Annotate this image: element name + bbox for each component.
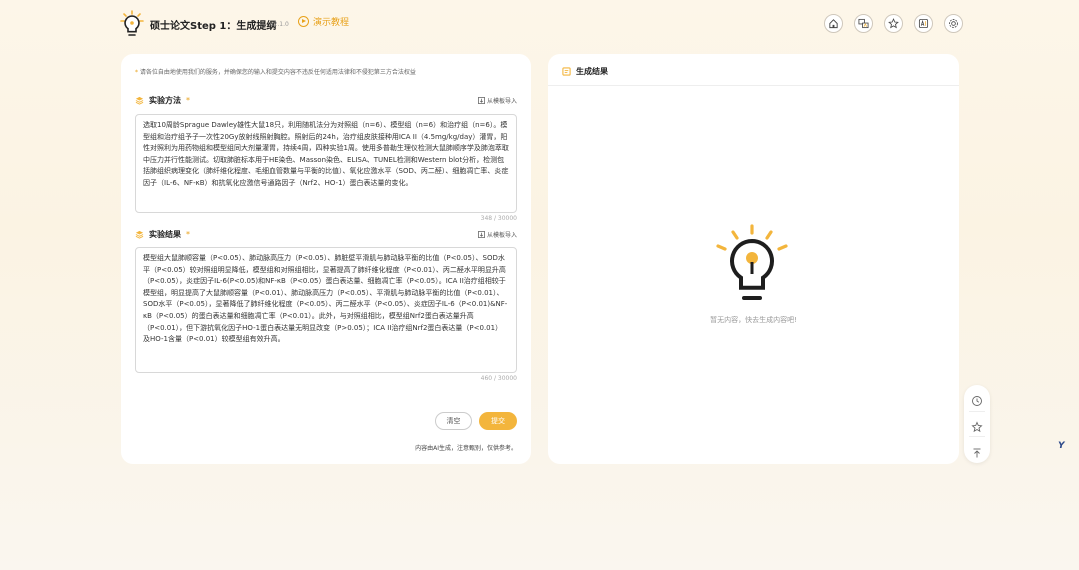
play-icon: [298, 16, 309, 27]
top-icon-bar: [824, 14, 963, 33]
method-required-mark: *: [186, 96, 190, 105]
result-icon: [562, 67, 571, 76]
result-import-button[interactable]: 从模板导入: [478, 230, 517, 239]
submit-button[interactable]: 提交: [479, 412, 517, 430]
layers-icon: [135, 230, 144, 239]
home-icon[interactable]: [824, 14, 843, 33]
layers-icon: [135, 96, 144, 105]
toolbar-separator: [969, 436, 985, 438]
method-char-counter: 348 / 30000: [480, 215, 517, 222]
import-icon: [478, 231, 485, 238]
clear-button[interactable]: 清空: [435, 412, 472, 430]
result-textarea[interactable]: 模型组大鼠肺顺容量（P<0.05）、肺动脉高压力（P<0.05）、肺脏壁平滑肌与…: [135, 247, 517, 373]
favorite-icon[interactable]: [971, 418, 983, 433]
method-import-label: 从模板导入: [486, 98, 517, 105]
notice-star: *: [135, 69, 138, 76]
output-header: 生成结果: [562, 66, 608, 77]
import-icon: [478, 97, 485, 104]
result-import-label: 从模板导入: [486, 232, 517, 239]
top-bar: 硕士论文Step 1：生成提纲 v2.1.0 演示教程: [0, 0, 1079, 48]
app-title: 硕士论文Step 1：生成提纲: [150, 21, 277, 32]
method-section-header: 实验方法 *: [135, 95, 190, 106]
notice-text: 请各位自由地使用我们的服务，并确保您的输入和提交内容不违反任何适用法律和不侵犯第…: [139, 69, 416, 76]
method-textarea[interactable]: 选取10周龄Sprague Dawley雄性大鼠18只，利用随机法分为对照组（n…: [135, 114, 517, 213]
input-panel: * 请各位自由地使用我们的服务，并确保您的输入和提交内容不违反任何适用法律和不侵…: [121, 54, 531, 464]
usage-notice: * 请各位自由地使用我们的服务，并确保您的输入和提交内容不违反任何适用法律和不侵…: [135, 67, 416, 76]
lightbulb-logo-icon: [120, 10, 144, 36]
history-icon[interactable]: [971, 392, 983, 407]
empty-lightbulb-icon: [716, 224, 788, 300]
method-label: 实验方法: [149, 96, 181, 105]
method-import-button[interactable]: 从模板导入: [478, 96, 517, 105]
ai-icon[interactable]: [914, 14, 933, 33]
floating-toolbar: [964, 385, 990, 463]
ai-disclaimer: 内容由AI生成，注意甄别，仅供参考。: [415, 445, 517, 452]
back-to-top-icon[interactable]: [971, 444, 983, 458]
result-char-counter: 460 / 30000: [480, 375, 517, 382]
translate-icon[interactable]: [854, 14, 873, 33]
settings-icon[interactable]: [944, 14, 963, 33]
version-label: v2.1.0: [270, 21, 289, 28]
toolbar-separator: [969, 410, 985, 412]
result-section-header: 实验结果 *: [135, 229, 190, 240]
empty-state-text: 暂无内容，快去生成内容吧!: [710, 316, 797, 324]
output-title: 生成结果: [576, 67, 608, 76]
demo-tutorial-label: 演示教程: [313, 18, 350, 28]
output-divider: [548, 85, 959, 86]
result-label: 实验结果: [149, 230, 181, 239]
result-required-mark: *: [186, 230, 190, 239]
demo-tutorial-link[interactable]: 演示教程: [298, 15, 349, 28]
output-panel: 生成结果 暂无内容，快去生成内容吧!: [548, 54, 959, 464]
corner-brand-logo[interactable]: Y: [1058, 441, 1065, 451]
star-icon[interactable]: [884, 14, 903, 33]
